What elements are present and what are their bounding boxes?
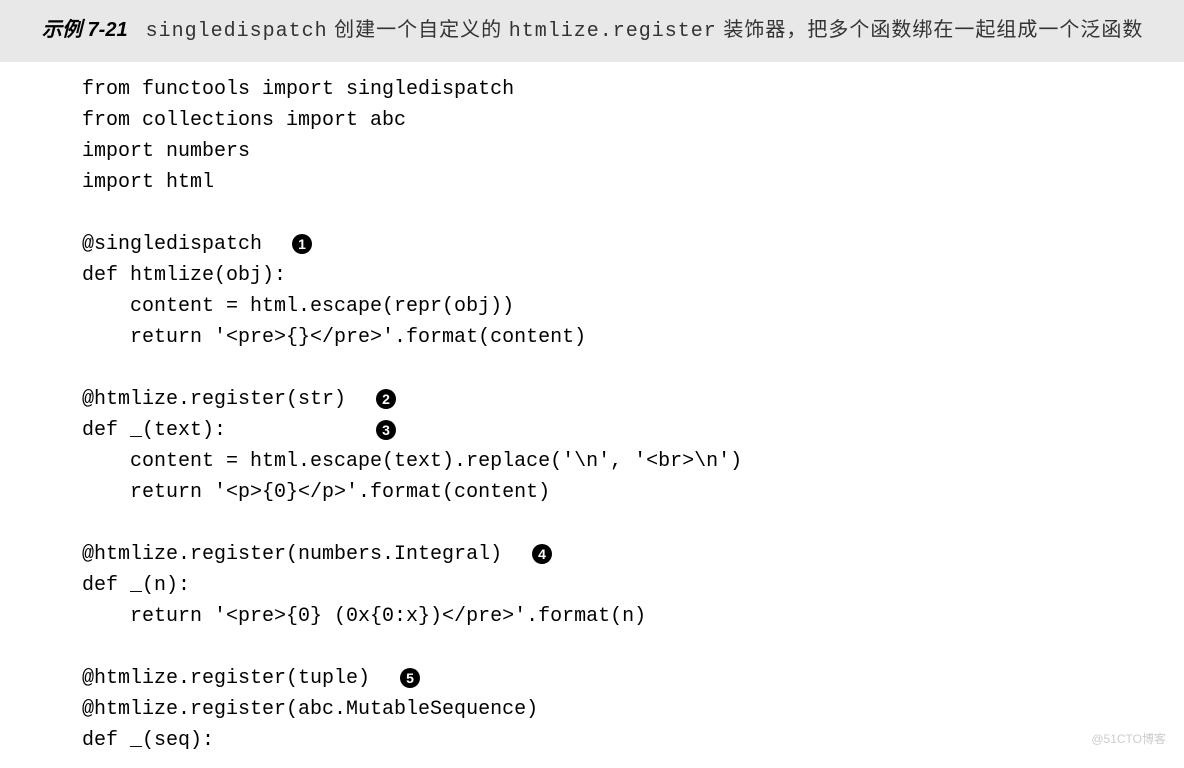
code-line: from functools import singledispatch — [82, 74, 1166, 105]
code-text: @singledispatch — [82, 233, 286, 256]
code-text: def _(text): — [82, 419, 370, 442]
watermark: @51CTO博客 — [1091, 730, 1166, 747]
code-text — [82, 512, 94, 535]
code-line: import numbers — [82, 136, 1166, 167]
title-code-2: htmlize.register — [509, 20, 717, 43]
code-text: import html — [82, 171, 214, 194]
code-text: return '<p>{0}</p>'.format(content) — [82, 481, 550, 504]
code-text: content = html.escape(repr(obj)) — [82, 295, 514, 318]
code-text: import numbers — [82, 140, 250, 163]
code-line: def _(text): 3 — [82, 415, 1166, 446]
code-line: @htmlize.register(abc.MutableSequence) — [82, 694, 1166, 725]
callout-marker-2: 2 — [376, 389, 396, 409]
code-line — [82, 508, 1166, 539]
code-text: return '<pre>{0} (0x{0:x})</pre>'.format… — [82, 605, 646, 628]
code-text: def htmlize(obj): — [82, 264, 286, 287]
example-label: 示例 7-21 — [42, 12, 128, 48]
code-line: def htmlize(obj): — [82, 260, 1166, 291]
callout-marker-1: 1 — [292, 234, 312, 254]
example-header: 示例 7-21 singledispatch 创建一个自定义的 htmlize.… — [0, 0, 1184, 62]
code-line: @singledispatch 1 — [82, 229, 1166, 260]
code-block: from functools import singledispatch from… — [0, 62, 1184, 768]
code-text: def _(n): — [82, 574, 190, 597]
code-line: from collections import abc — [82, 105, 1166, 136]
callout-marker-3: 3 — [376, 420, 396, 440]
code-text — [82, 357, 94, 380]
title-text-1: 创建一个自定义的 — [328, 19, 509, 41]
code-line: @htmlize.register(str) 2 — [82, 384, 1166, 415]
title-code-1: singledispatch — [146, 20, 328, 43]
code-line: return '<p>{0}</p>'.format(content) — [82, 477, 1166, 508]
code-line: def _(n): — [82, 570, 1166, 601]
code-line: content = html.escape(text).replace('\n'… — [82, 446, 1166, 477]
example-title: singledispatch 创建一个自定义的 htmlize.register… — [146, 12, 1144, 50]
code-text — [82, 202, 94, 225]
code-text: @htmlize.register(numbers.Integral) — [82, 543, 526, 566]
code-text: content = html.escape(text).replace('\n'… — [82, 450, 742, 473]
code-line: @htmlize.register(numbers.Integral) 4 — [82, 539, 1166, 570]
code-line: import html — [82, 167, 1166, 198]
code-text: @htmlize.register(abc.MutableSequence) — [82, 698, 538, 721]
callout-marker-5: 5 — [400, 668, 420, 688]
code-line: def _(seq): — [82, 725, 1166, 756]
code-text: def _(seq): — [82, 729, 214, 752]
code-line: return '<pre>{0} (0x{0:x})</pre>'.format… — [82, 601, 1166, 632]
code-line — [82, 198, 1166, 229]
code-text: from functools import singledispatch — [82, 78, 514, 101]
title-text-2: 装饰器，把多个函数绑在一起组成一个泛函数 — [717, 19, 1144, 41]
code-text: return '<pre>{}</pre>'.format(content) — [82, 326, 586, 349]
code-text: from collections import abc — [82, 109, 406, 132]
code-line: return '<pre>{}</pre>'.format(content) — [82, 322, 1166, 353]
code-line: @htmlize.register(tuple) 5 — [82, 663, 1166, 694]
code-line — [82, 353, 1166, 384]
code-text: @htmlize.register(str) — [82, 388, 370, 411]
code-line — [82, 632, 1166, 663]
code-line: content = html.escape(repr(obj)) — [82, 291, 1166, 322]
callout-marker-4: 4 — [532, 544, 552, 564]
code-text — [82, 636, 94, 659]
code-text: @htmlize.register(tuple) — [82, 667, 394, 690]
